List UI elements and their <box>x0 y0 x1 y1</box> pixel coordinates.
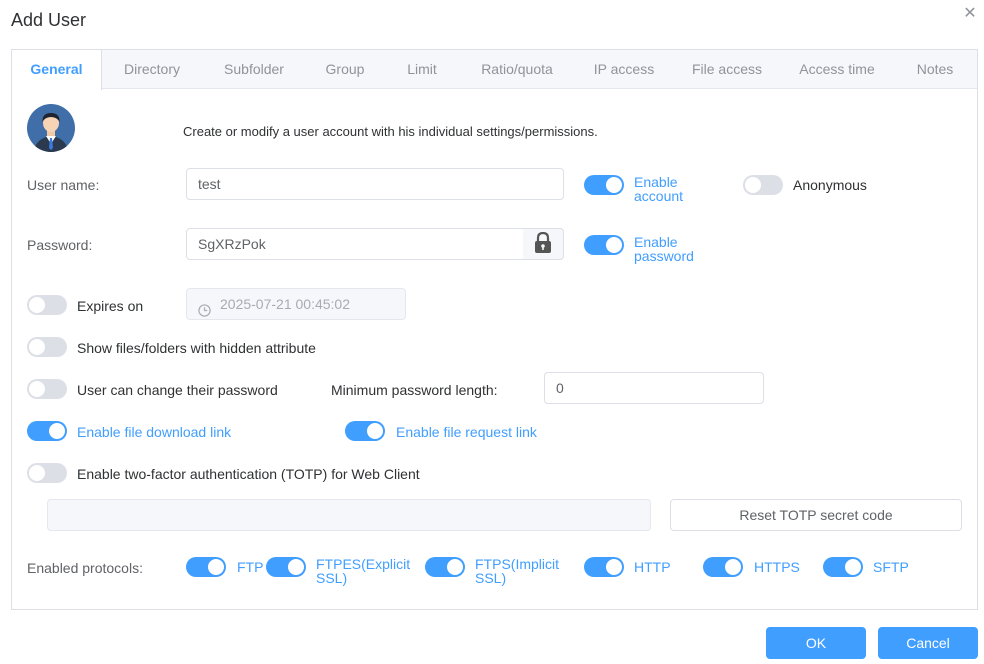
clock-icon <box>198 297 211 327</box>
hidden-attribute-switch[interactable] <box>27 337 67 357</box>
lock-icon <box>534 231 552 257</box>
request-link-label: Enable file request link <box>396 424 537 440</box>
close-icon[interactable]: ✕ <box>961 5 979 23</box>
anonymous-switch[interactable] <box>743 175 783 195</box>
lock-button[interactable] <box>523 228 564 260</box>
tab-group[interactable]: Group <box>315 50 375 89</box>
protocol-ftps-label: FTPS(Implicit SSL) <box>475 556 559 586</box>
username-label: User name: <box>27 177 100 193</box>
protocol-ftp-label: FTP <box>237 559 264 575</box>
protocol-http-switch[interactable] <box>584 557 624 577</box>
hidden-attribute-label: Show files/folders with hidden attribute <box>77 340 316 356</box>
totp-switch[interactable] <box>27 463 67 483</box>
tab-notes[interactable]: Notes <box>905 50 965 89</box>
protocol-https-switch[interactable] <box>703 557 743 577</box>
enable-account-switch[interactable] <box>584 175 624 195</box>
reset-totp-button[interactable]: Reset TOTP secret code <box>670 499 962 531</box>
download-link-switch[interactable] <box>27 421 67 441</box>
expires-value: 2025-07-21 00:45:02 <box>220 296 350 312</box>
totp-label: Enable two-factor authentication (TOTP) … <box>77 466 420 482</box>
dialog-title: Add User <box>11 10 87 30</box>
tab-file-access[interactable]: File access <box>682 50 772 89</box>
enable-password-switch[interactable] <box>584 235 624 255</box>
expires-switch[interactable] <box>27 295 67 315</box>
enable-password-label: Enable password <box>634 234 694 264</box>
tab-ip-access[interactable]: IP access <box>586 50 662 89</box>
tab-ratio-quota[interactable]: Ratio/quota <box>470 50 564 89</box>
protocol-ftpes-label: FTPES(Explicit SSL) <box>316 556 411 586</box>
tab-panel: General Directory Subfolder Group Limit … <box>11 49 978 610</box>
enable-account-label: Enable account <box>634 174 684 204</box>
anonymous-label: Anonymous <box>793 177 867 193</box>
username-input[interactable] <box>186 168 564 200</box>
user-avatar-icon <box>27 104 75 152</box>
expires-label: Expires on <box>77 298 144 314</box>
protocol-sftp-switch[interactable] <box>823 557 863 577</box>
min-length-input[interactable] <box>544 372 764 404</box>
min-length-label: Minimum password length: <box>331 382 498 398</box>
tab-directory[interactable]: Directory <box>112 50 192 89</box>
protocol-http-label: HTTP <box>634 559 671 575</box>
cancel-button[interactable]: Cancel <box>878 627 978 659</box>
change-password-switch[interactable] <box>27 379 67 399</box>
ok-button[interactable]: OK <box>766 627 866 659</box>
protocol-ftp-switch[interactable] <box>186 557 226 577</box>
tab-access-time[interactable]: Access time <box>790 50 884 89</box>
password-label: Password: <box>27 237 93 253</box>
change-password-label: User can change their password <box>77 382 278 398</box>
protocol-ftps-switch[interactable] <box>425 557 465 577</box>
tab-limit[interactable]: Limit <box>396 50 448 89</box>
protocol-https-label: HTTPS <box>754 559 800 575</box>
protocols-label: Enabled protocols: <box>27 560 143 576</box>
request-link-switch[interactable] <box>345 421 385 441</box>
tab-subfolder[interactable]: Subfolder <box>212 50 296 89</box>
protocol-sftp-label: SFTP <box>873 559 909 575</box>
tab-bar: General Directory Subfolder Group Limit … <box>12 50 977 90</box>
download-link-label: Enable file download link <box>77 424 232 440</box>
tab-general[interactable]: General <box>12 50 102 90</box>
totp-secret-input[interactable] <box>47 499 651 531</box>
protocol-ftpes-switch[interactable] <box>266 557 306 577</box>
intro-text: Create or modify a user account with his… <box>183 124 598 139</box>
password-input[interactable] <box>186 228 524 260</box>
expires-datetime-input[interactable]: 2025-07-21 00:45:02 <box>186 288 406 320</box>
